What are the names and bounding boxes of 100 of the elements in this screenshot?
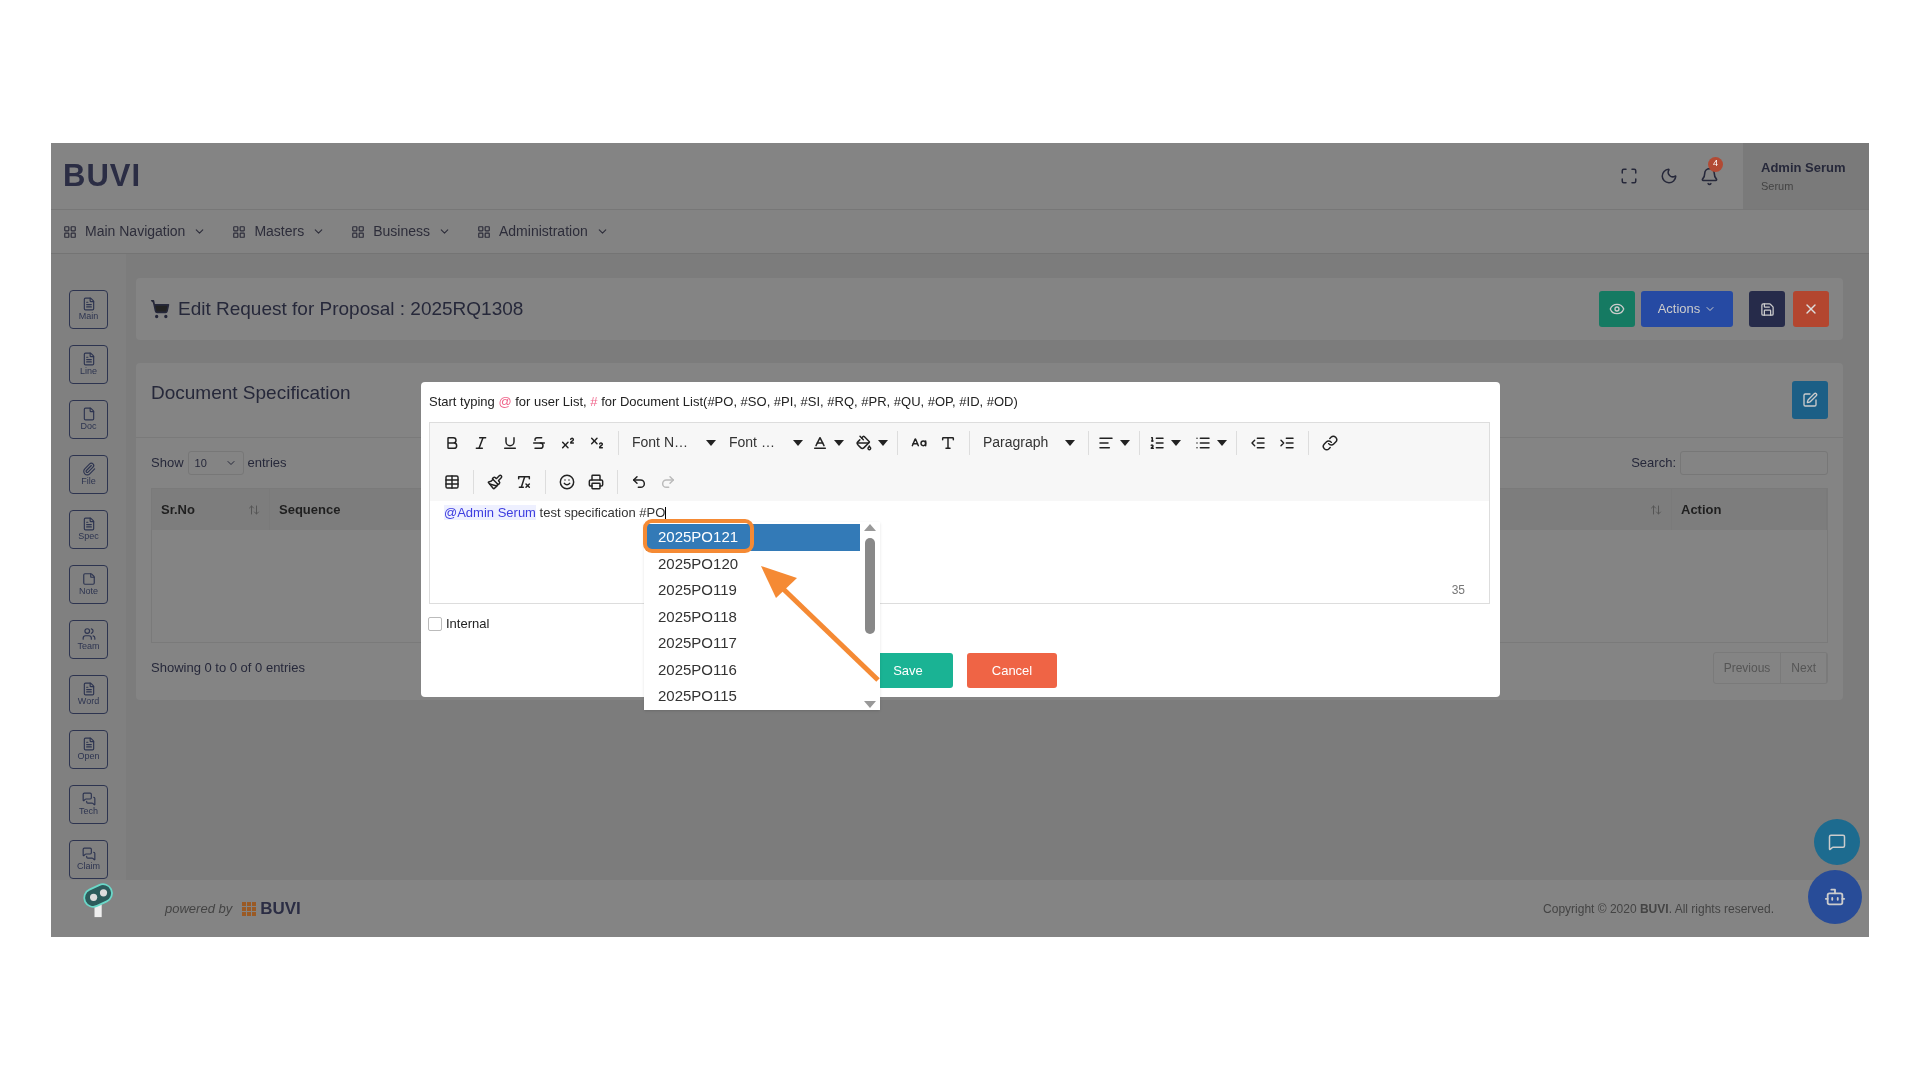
suggestion-item[interactable]: 2025PO116 (646, 656, 860, 683)
text-color-icon[interactable] (812, 434, 828, 451)
dark-mode-icon[interactable] (1660, 167, 1678, 185)
sidebar-button[interactable]: Doc (69, 400, 108, 439)
suggestion-item[interactable]: 2025PO118 (646, 603, 860, 630)
sidebar-icon (81, 792, 96, 806)
numbered-list-icon[interactable] (1149, 434, 1165, 451)
table-info: Showing 0 to 0 of 0 entries (151, 659, 305, 678)
grid-icon (351, 224, 366, 239)
cart-icon (150, 299, 170, 319)
internal-checkbox[interactable] (428, 616, 442, 631)
brand-logo: BUVI (63, 156, 142, 195)
sidebar-button[interactable]: Note (69, 565, 108, 604)
notification-badge: 4 (1708, 156, 1723, 172)
block-format-select[interactable]: Paragraph (977, 428, 1081, 457)
capitalize-icon[interactable] (940, 434, 956, 451)
show-label: Show (151, 454, 184, 473)
sidebar-icon (81, 297, 96, 311)
sidebar-icon (81, 462, 96, 476)
sidebar-button[interactable]: Line (69, 345, 108, 384)
caret-icon (1171, 439, 1181, 446)
grid-icon (63, 224, 77, 239)
search-label: Search: (1631, 454, 1676, 473)
suggestion-item[interactable]: 2025PO119 (646, 577, 860, 604)
caret-icon (1217, 439, 1227, 446)
card-title: Document Specification (151, 380, 351, 405)
sidebar-button[interactable]: Word (69, 675, 108, 714)
internal-label: Internal (446, 615, 490, 633)
print-icon[interactable] (588, 473, 604, 490)
chat-icon (1828, 833, 1846, 851)
powered-by-text: powered by (165, 899, 233, 918)
bold-icon[interactable] (444, 434, 460, 451)
edit-icon (1802, 392, 1818, 408)
link-icon[interactable] (1322, 434, 1338, 451)
sidebar-icon (81, 847, 96, 861)
char-counter: 35 (1451, 582, 1465, 599)
user-name: Admin Serum (1761, 159, 1847, 177)
actions-button[interactable]: Actions (1641, 291, 1733, 327)
nav-menu[interactable]: Masters (232, 221, 326, 242)
nav-menu[interactable]: Business (351, 221, 451, 242)
sidebar-button[interactable]: Main (69, 290, 108, 329)
sidebar-button[interactable]: Claim (69, 840, 108, 879)
suggestion-item[interactable]: 2025PO115 (646, 683, 860, 710)
notification-icon[interactable] (1700, 166, 1719, 186)
font-size-select[interactable]: Font … (723, 428, 809, 457)
caret-icon (834, 439, 844, 446)
editor-text: @Admin Serum test specification #PO (444, 504, 668, 523)
copyright-text: Copyright © 2020 BUVI. All rights reserved. (1543, 900, 1774, 918)
table-icon[interactable] (444, 473, 460, 490)
caret-icon (1065, 439, 1075, 446)
italic-icon[interactable] (473, 434, 489, 451)
sidebar-icon (81, 682, 96, 696)
entries-label: entries (247, 454, 287, 473)
edit-button[interactable] (1792, 381, 1828, 419)
caret-icon (878, 439, 888, 446)
sidebar-icon (81, 572, 96, 586)
undo-icon[interactable] (631, 473, 647, 490)
sidebar-button[interactable]: Tech (69, 785, 108, 824)
save-icon-button[interactable] (1749, 291, 1785, 327)
emoji-icon[interactable] (559, 473, 575, 490)
grid-icon (232, 224, 247, 239)
clear-formatting-icon[interactable] (516, 473, 532, 490)
strikethrough-icon[interactable] (531, 434, 547, 451)
caret-icon (793, 439, 803, 446)
format-painter-icon[interactable] (487, 473, 503, 490)
grid-icon (477, 224, 491, 239)
underline-icon[interactable] (502, 434, 518, 451)
brand-mark-icon (242, 901, 257, 916)
highlight-color-icon[interactable] (856, 434, 872, 451)
hint-text: Start typing @ for user List, # for Document List(#PO, #SO, #PI, #SI, #RQ, #PR, #QU, #OP, #ID, #OD) (429, 393, 1018, 411)
column-header[interactable]: Sr.No (152, 489, 270, 530)
sidebar-icon (81, 517, 96, 531)
suggestion-item[interactable]: 2025PO121 (646, 524, 860, 551)
robot-icon (1824, 886, 1846, 908)
column-header[interactable]: Action (1672, 489, 1827, 530)
eye-icon (1609, 301, 1625, 317)
sidebar-button[interactable]: Open (69, 730, 108, 769)
sidebar-icon (81, 407, 96, 421)
suggestion-item[interactable]: 2025PO120 (646, 550, 860, 577)
sidebar-button[interactable]: Spec (69, 510, 108, 549)
footer-brand: BUVI (260, 897, 301, 920)
font-name-select[interactable]: Font N… (626, 428, 722, 457)
sort-icon (248, 503, 260, 516)
caret-icon (1120, 439, 1130, 446)
view-button[interactable] (1599, 291, 1635, 327)
sidebar-icon (81, 352, 96, 366)
sort-icon (1650, 503, 1662, 516)
caret-icon (706, 439, 716, 446)
page-size-select[interactable]: 10 (187, 451, 244, 475)
nav-menu[interactable]: Main Navigation (63, 221, 207, 242)
nav-menu[interactable]: Administration (477, 221, 609, 242)
sidebar-button[interactable]: Team (69, 620, 108, 659)
cancel-button[interactable]: Cancel (967, 653, 1057, 688)
sidebar-icon (81, 627, 96, 641)
suggestion-item[interactable]: 2025PO117 (646, 630, 860, 657)
fullscreen-icon[interactable] (1620, 167, 1638, 185)
chat-button[interactable] (1814, 819, 1860, 865)
sidebar-button[interactable]: File (69, 455, 108, 494)
page-title: Edit Request for Proposal : 2025RQ1308 (178, 296, 524, 321)
sidebar-icon (81, 737, 96, 751)
